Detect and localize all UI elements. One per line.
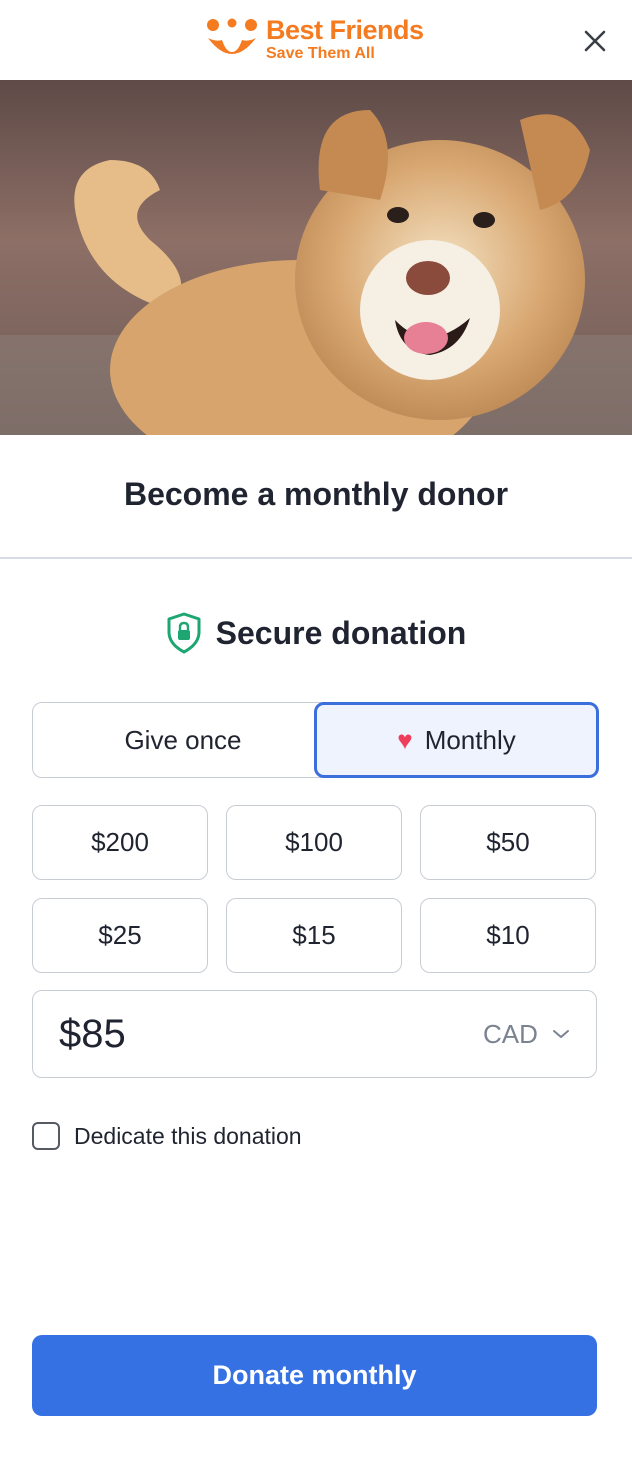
- dedicate-checkbox[interactable]: [32, 1122, 60, 1150]
- shield-lock-icon: [167, 612, 201, 654]
- amount-button-15[interactable]: $15: [226, 898, 402, 973]
- best-friends-logo[interactable]: Best Friends Save Them All: [204, 14, 434, 66]
- custom-amount-input[interactable]: [59, 1011, 439, 1057]
- custom-amount-field: CAD: [32, 990, 597, 1078]
- currency-label: CAD: [483, 1018, 538, 1049]
- dog-illustration: [0, 80, 632, 435]
- amount-button-200[interactable]: $200: [32, 805, 208, 880]
- monthly-option[interactable]: ♥ Monthly: [314, 702, 599, 778]
- donate-monthly-button[interactable]: Donate monthly: [32, 1335, 597, 1416]
- dedicate-donation-row[interactable]: Dedicate this donation: [32, 1120, 302, 1152]
- close-icon[interactable]: [578, 24, 612, 58]
- logo-tagline: Save Them All: [266, 45, 375, 62]
- secure-donation-heading: Secure donation: [0, 612, 632, 658]
- logo-face-icon: [207, 18, 257, 54]
- currency-select[interactable]: CAD: [483, 1016, 570, 1052]
- logo-title: Best Friends: [266, 15, 424, 45]
- give-once-option[interactable]: Give once: [32, 702, 334, 778]
- section-divider: [0, 557, 632, 559]
- hero-dog-image: [0, 80, 632, 435]
- amount-button-10[interactable]: $10: [420, 898, 596, 973]
- amount-button-50[interactable]: $50: [420, 805, 596, 880]
- page-title: Become a monthly donor: [123, 476, 509, 512]
- secure-donation-label: Secure donation: [215, 614, 467, 651]
- frequency-toggle: Give once ♥ Monthly: [32, 702, 599, 778]
- header: Best Friends Save Them All: [0, 0, 632, 80]
- heart-icon: ♥: [397, 725, 413, 755]
- monthly-label: Monthly: [424, 724, 516, 755]
- amount-button-25[interactable]: $25: [32, 898, 208, 973]
- dedicate-label: Dedicate this donation: [74, 1122, 302, 1149]
- amount-button-100[interactable]: $100: [226, 805, 402, 880]
- chevron-down-icon: [552, 1030, 569, 1038]
